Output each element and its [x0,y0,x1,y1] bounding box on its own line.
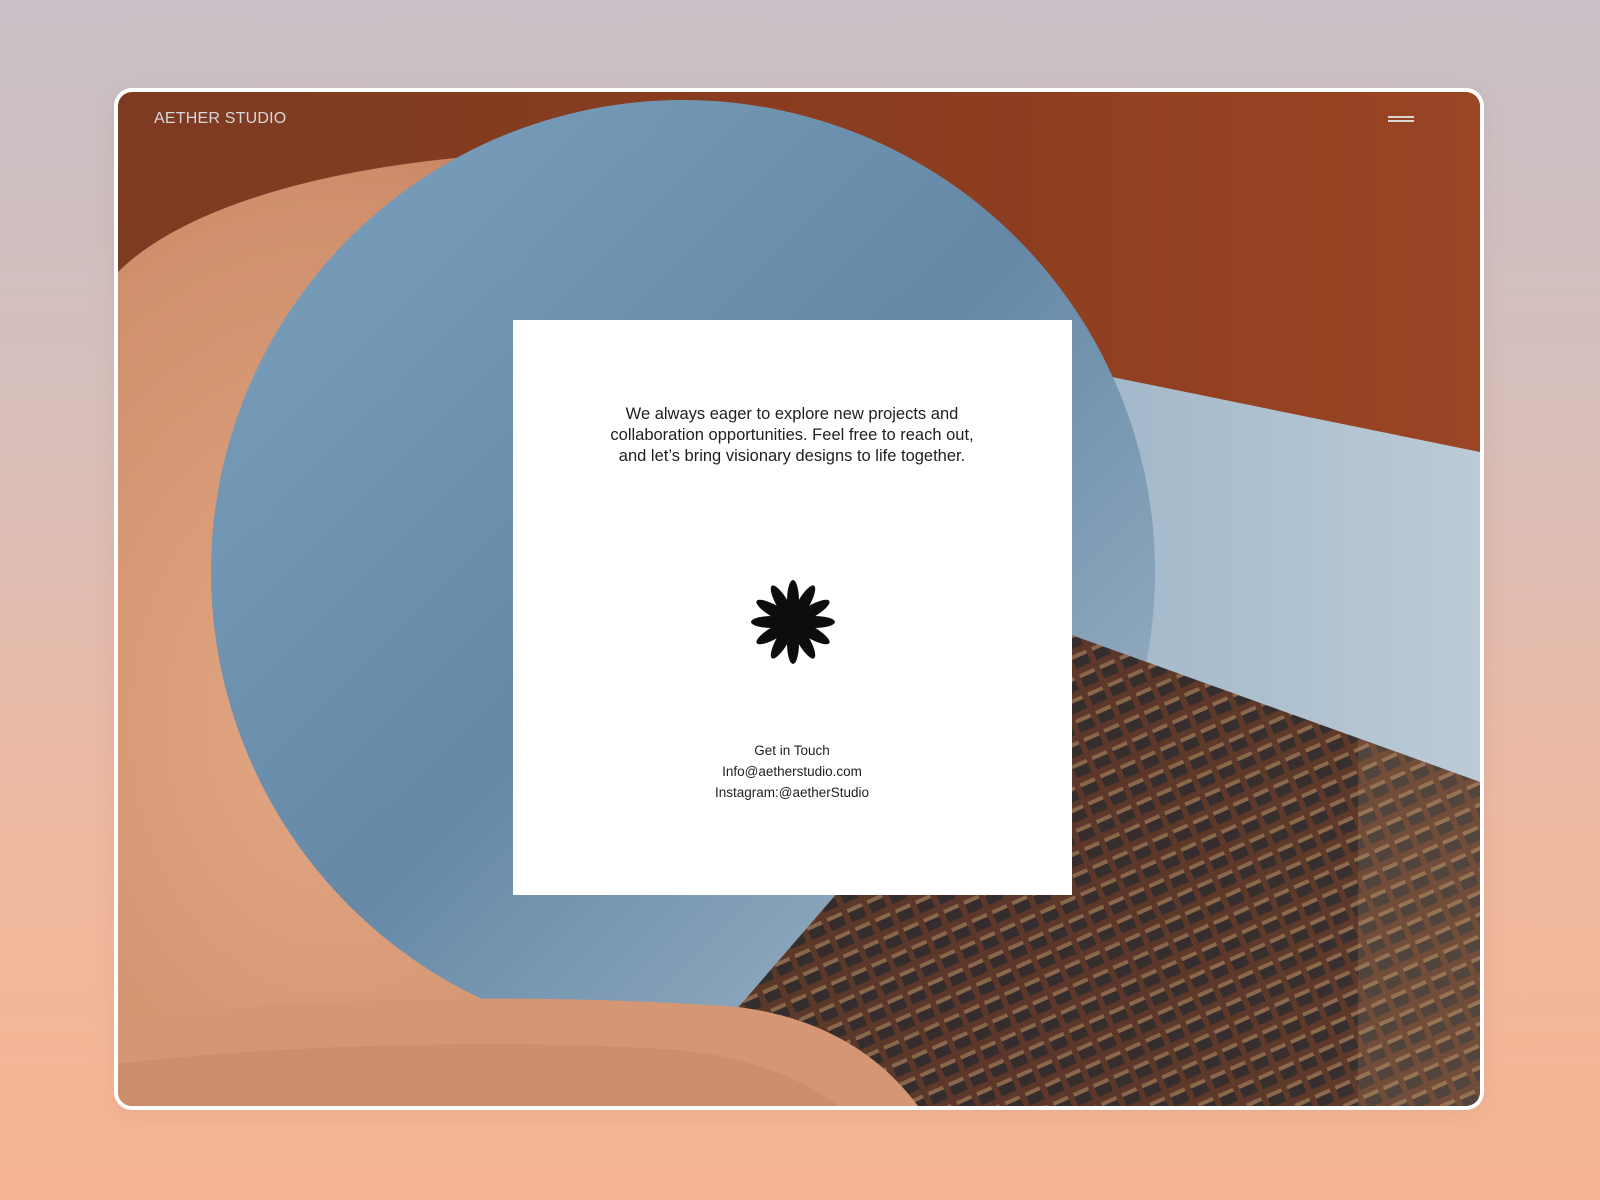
menu-line [1388,116,1414,118]
contact-card: We always eager to explore new projects … [513,320,1072,895]
instagram-link[interactable]: Instagram:@aetherStudio [643,782,941,803]
menu-line [1388,120,1414,122]
hero-background: AETHER STUDIO We always eager to explore… [118,92,1480,1106]
site-frame: AETHER STUDIO We always eager to explore… [114,88,1484,1110]
flower-asterisk-icon [751,580,835,664]
intro-text: We always eager to explore new projects … [610,405,974,465]
hamburger-menu-icon[interactable] [1386,110,1416,126]
brand-logo[interactable]: AETHER STUDIO [154,110,286,128]
contact-info: Get in Touch Info@aetherstudio.com Insta… [643,740,941,803]
email-link[interactable]: Info@aetherstudio.com [643,761,941,782]
contact-heading: Get in Touch [754,743,830,758]
